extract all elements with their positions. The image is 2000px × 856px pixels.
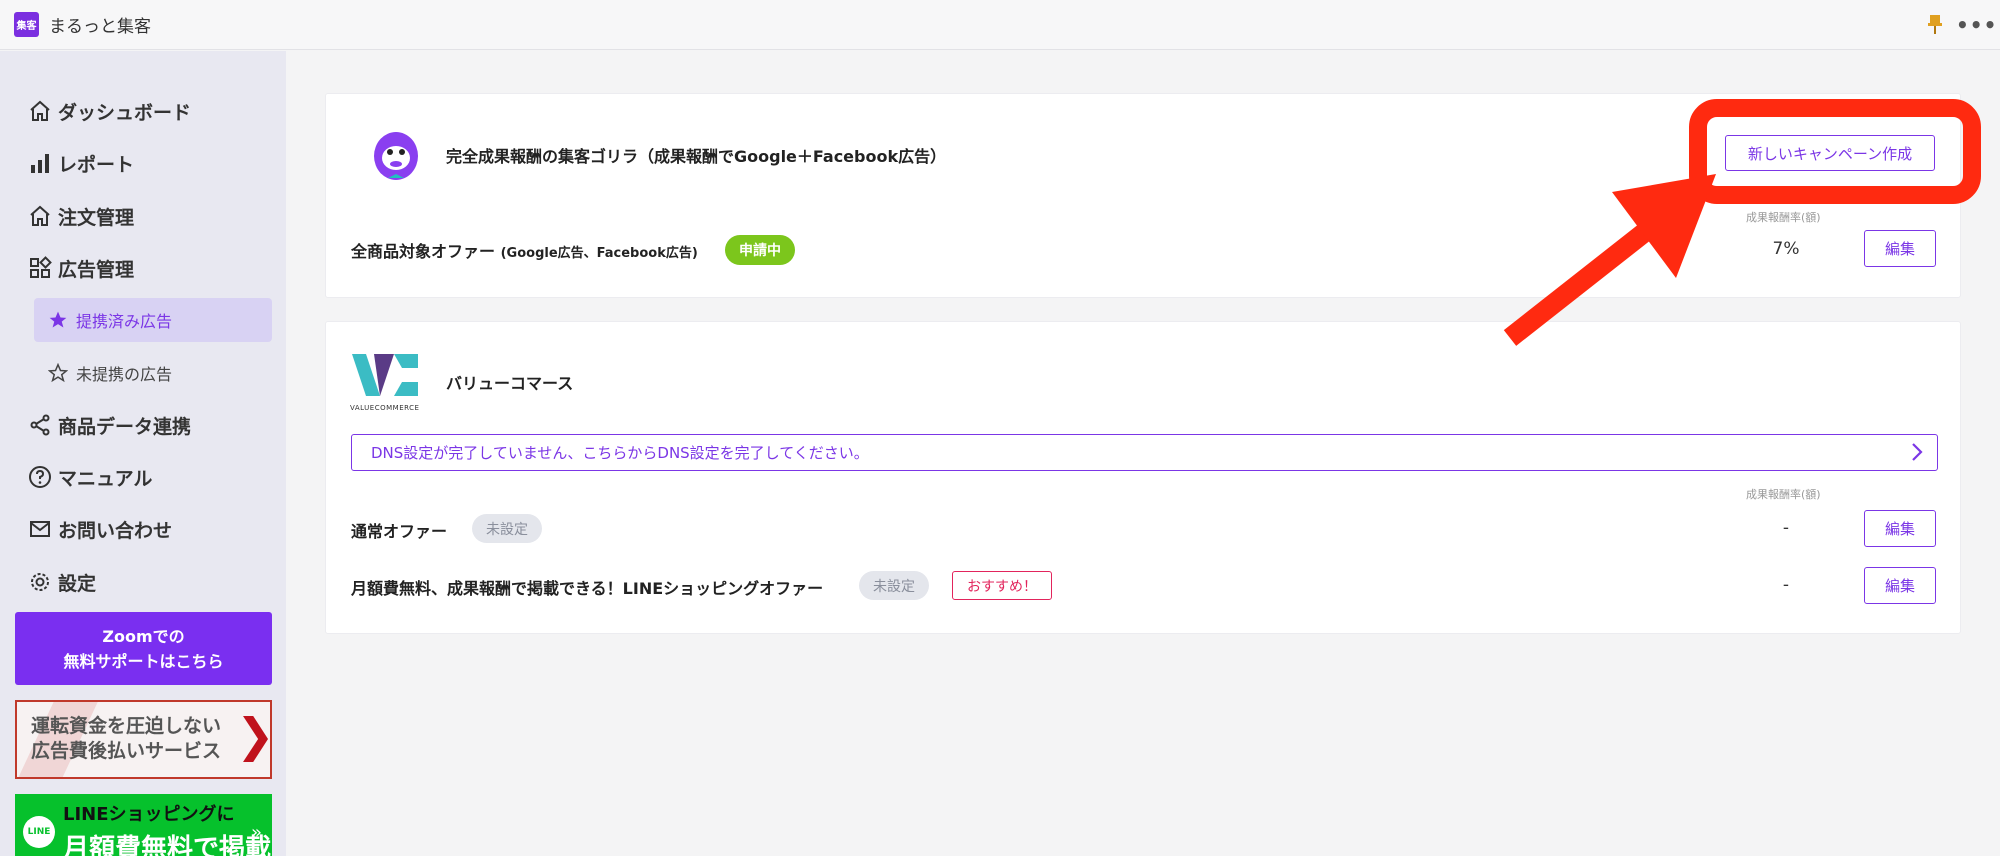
mail-icon: [30, 521, 50, 537]
status-badge: 申請中: [725, 235, 795, 265]
sidebar-item-label: 未提携の広告: [76, 365, 173, 384]
sidebar-item-label: 広告管理: [58, 258, 135, 281]
line-logo-icon: LINE: [23, 816, 55, 848]
campaign-title: バリューコマース: [446, 374, 574, 393]
double-chevron-icon: »: [251, 822, 263, 843]
valuecommerce-logo-icon: [352, 354, 418, 396]
sidebar-item-manual[interactable]: マニュアル: [28, 459, 152, 495]
gorilla-logo-icon: [374, 132, 418, 180]
edit-button[interactable]: 編集: [1864, 230, 1936, 267]
status-badge: 未設定: [472, 514, 542, 543]
offer-name: 通常オファー: [351, 522, 448, 541]
rate-label: 成果報酬率(額): [1746, 211, 1821, 224]
star-filled-icon: [49, 311, 67, 328]
valuecommerce-card: VALUECOMMERCE バリューコマース DNS設定が完了していません、こち…: [325, 321, 1961, 634]
valuecommerce-logo: VALUECOMMERCE: [350, 352, 420, 414]
offer-name: 全商品対象オファー (Google広告、Facebook広告): [351, 242, 698, 261]
dns-setup-notice[interactable]: DNS設定が完了していません、こちらからDNS設定を完了してください。: [351, 434, 1938, 471]
line-shopping-banner[interactable]: LINE LINEショッピングに 月額費無料で掲載 »: [15, 794, 272, 856]
home-icon: [30, 205, 50, 226]
help-icon: [29, 466, 51, 488]
edit-button[interactable]: 編集: [1864, 510, 1936, 547]
offer-name: 月額費無料、成果報酬で掲載できる！LINEショッピングオファー: [351, 579, 824, 598]
status-badge: 未設定: [859, 571, 929, 600]
sidebar-item-label: 注文管理: [58, 206, 135, 229]
sidebar-item-label: マニュアル: [58, 467, 153, 490]
dns-notice-text: DNS設定が完了していません、こちらからDNS設定を完了してください。: [371, 444, 869, 462]
sidebar-item-affiliated-ads[interactable]: 提携済み広告: [34, 298, 272, 342]
chevron-right-icon: ❯: [236, 708, 272, 762]
banner-line2: 月額費無料で掲載: [63, 834, 272, 856]
zoom-line2: 無料サポートはこちら: [63, 651, 224, 671]
app-title: まるっと集客: [49, 17, 151, 37]
deferred-payment-banner[interactable]: 運転資金を圧迫しない 広告費後払いサービス ❯: [15, 700, 272, 779]
share-icon: [30, 414, 50, 436]
rate-value: 7%: [1772, 239, 1800, 259]
sidebar-item-settings[interactable]: 設定: [28, 564, 96, 600]
grid-icon: [30, 256, 52, 278]
sidebar-item-contact[interactable]: お問い合わせ: [28, 511, 172, 547]
sidebar-item-unaffiliated-ads[interactable]: 未提携の広告: [34, 351, 272, 395]
banner-text: 運転資金を圧迫しない 広告費後払いサービス: [31, 715, 222, 762]
sidebar-item-ads[interactable]: 広告管理: [28, 250, 134, 286]
sidebar-item-label: 提携済み広告: [76, 312, 173, 331]
pin-icon[interactable]: [1924, 12, 1946, 36]
sidebar-item-label: 商品データ連携: [58, 415, 192, 438]
star-outline-icon: [48, 363, 68, 383]
sidebar-item-dashboard[interactable]: ダッシュボード: [28, 93, 191, 129]
arrow-annotation-icon: [1503, 174, 1716, 346]
top-bar: 集客 まるっと集客 •••: [0, 0, 2000, 50]
edit-button[interactable]: 編集: [1864, 567, 1936, 604]
home-icon: [30, 100, 50, 121]
valuecommerce-logo-text: VALUECOMMERCE: [350, 404, 420, 412]
sidebar-item-label: レポート: [58, 153, 135, 176]
app-logo: 集客: [14, 12, 39, 37]
chevron-right-icon: [1912, 443, 1923, 461]
rate-value: -: [1782, 575, 1790, 595]
rate-value: -: [1782, 518, 1790, 538]
zoom-support-button[interactable]: Zoomでの 無料サポートはこちら: [15, 612, 272, 685]
sidebar-item-orders[interactable]: 注文管理: [28, 198, 134, 234]
bar-chart-icon: [31, 154, 49, 173]
banner-line1: LINEショッピングに: [63, 804, 235, 825]
sidebar-item-label: 設定: [58, 572, 97, 595]
gear-icon: [31, 573, 49, 591]
sidebar-item-report[interactable]: レポート: [28, 145, 134, 181]
sidebar-item-label: お問い合わせ: [58, 519, 173, 542]
rate-label: 成果報酬率(額): [1746, 488, 1821, 501]
more-icon[interactable]: •••: [1956, 13, 1996, 37]
highlight-annotation: [1689, 99, 1981, 204]
sidebar-item-product-data[interactable]: 商品データ連携: [28, 407, 191, 443]
zoom-line1: Zoomでの: [102, 626, 185, 646]
sidebar-item-label: ダッシュボード: [58, 101, 192, 124]
recommend-badge: おすすめ！: [952, 571, 1052, 600]
campaign-title: 完全成果報酬の集客ゴリラ（成果報酬でGoogle＋Facebook広告）: [446, 147, 947, 166]
